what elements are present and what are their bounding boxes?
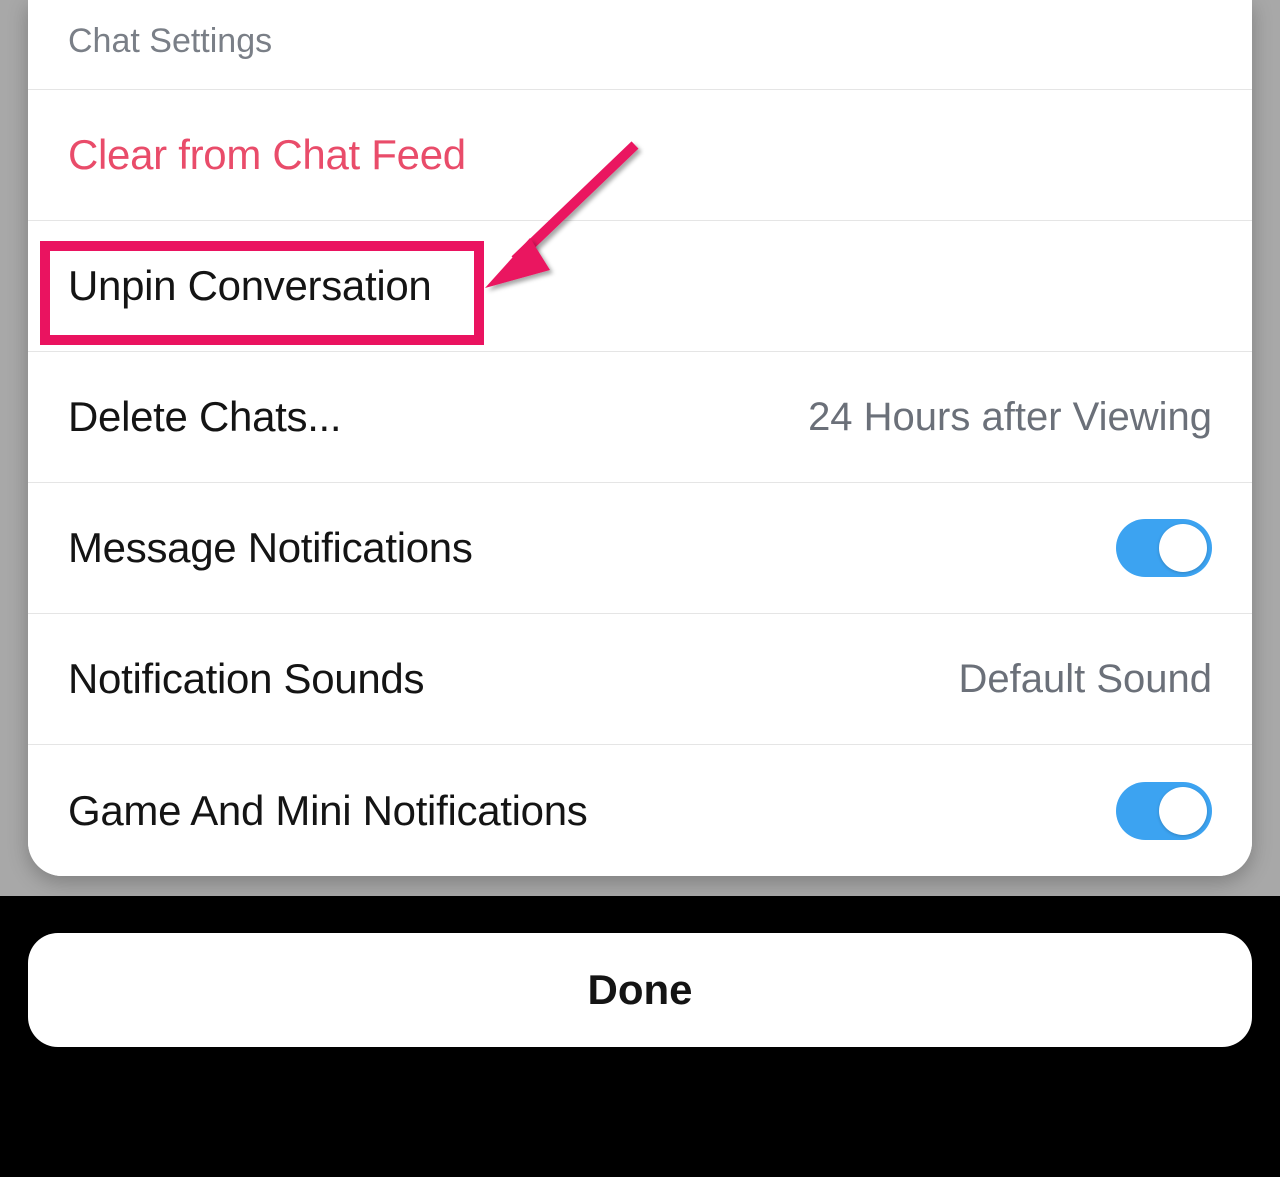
clear-from-chat-feed-label: Clear from Chat Feed xyxy=(68,131,466,179)
unpin-conversation-row[interactable]: Unpin Conversation xyxy=(28,221,1252,352)
message-notifications-toggle[interactable] xyxy=(1116,519,1212,577)
done-button-label: Done xyxy=(588,966,693,1014)
game-mini-notifications-toggle[interactable] xyxy=(1116,782,1212,840)
section-header: Chat Settings xyxy=(28,0,1252,90)
unpin-conversation-label: Unpin Conversation xyxy=(68,262,431,310)
delete-chats-value: 24 Hours after Viewing xyxy=(808,395,1212,440)
delete-chats-label: Delete Chats... xyxy=(68,393,341,441)
notification-sounds-label: Notification Sounds xyxy=(68,655,424,703)
notification-sounds-row[interactable]: Notification Sounds Default Sound xyxy=(28,614,1252,745)
game-mini-notifications-label: Game And Mini Notifications xyxy=(68,787,587,835)
notification-sounds-value: Default Sound xyxy=(958,657,1212,702)
message-notifications-row[interactable]: Message Notifications xyxy=(28,483,1252,614)
section-title: Chat Settings xyxy=(68,22,272,60)
chat-settings-panel: Chat Settings Clear from Chat Feed Unpin… xyxy=(28,0,1252,876)
clear-from-chat-feed-row[interactable]: Clear from Chat Feed xyxy=(28,90,1252,221)
message-notifications-label: Message Notifications xyxy=(68,524,473,572)
done-button[interactable]: Done xyxy=(28,933,1252,1047)
delete-chats-row[interactable]: Delete Chats... 24 Hours after Viewing xyxy=(28,352,1252,483)
game-mini-notifications-row[interactable]: Game And Mini Notifications xyxy=(28,745,1252,876)
